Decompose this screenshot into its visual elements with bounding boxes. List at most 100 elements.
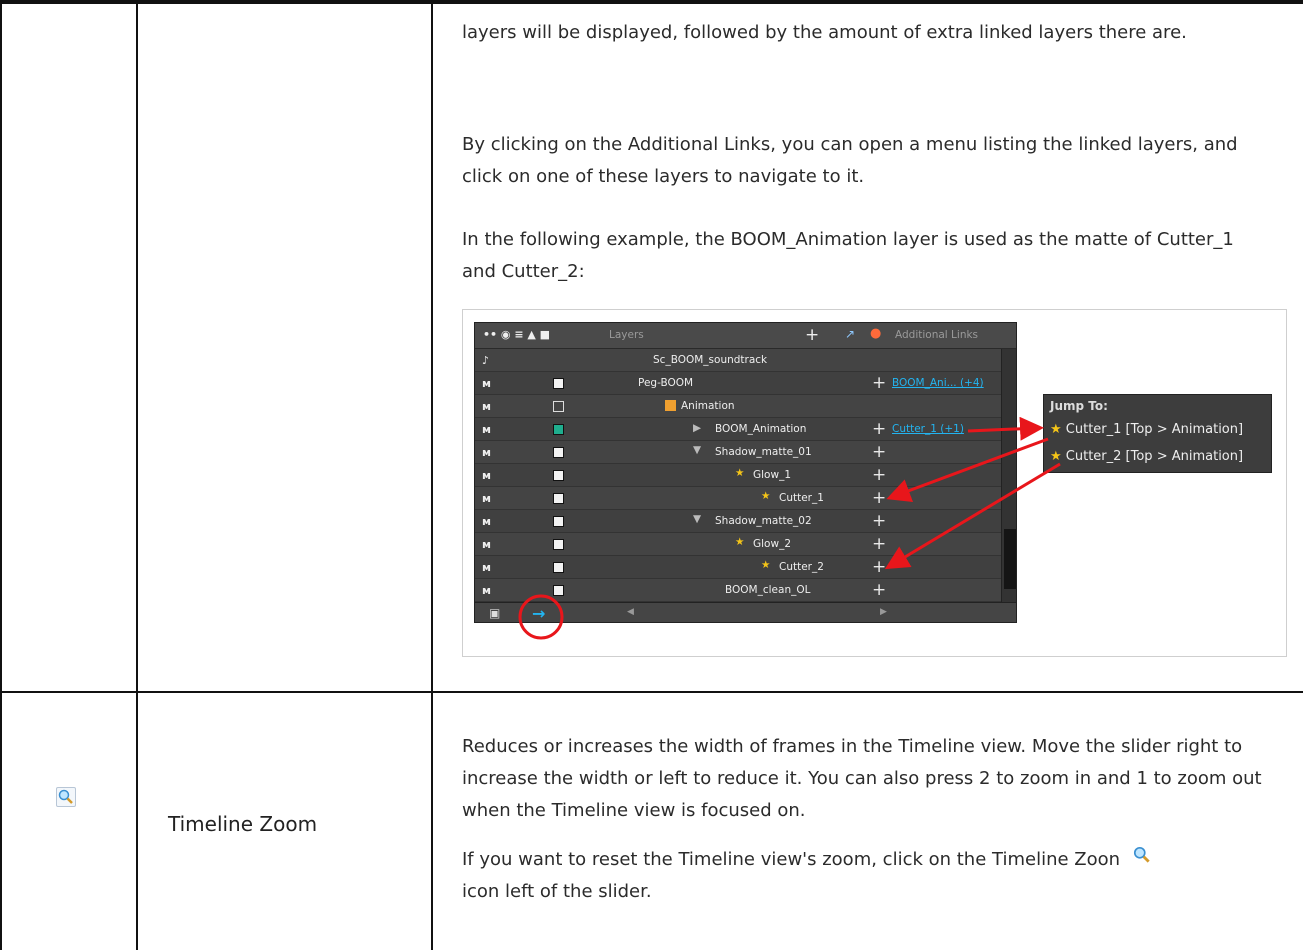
additional-links-link[interactable]: Cutter_1 (+1): [892, 423, 964, 435]
layer-row[interactable]: м ★ Glow_2 +: [475, 533, 1001, 556]
add-link-icon[interactable]: +: [872, 534, 886, 554]
jump-to-item-label: Cutter_2 [Top > Animation]: [1065, 449, 1244, 464]
add-link-icon[interactable]: +: [872, 419, 886, 439]
layer-color-swatch[interactable]: [553, 585, 564, 596]
panel-header: •• ◉ ≡ ▲ ■ Layers + ↗ ● Additional Links: [475, 323, 1016, 349]
star-effect-icon: ★: [761, 559, 771, 571]
add-link-icon[interactable]: +: [872, 488, 886, 508]
layer-row[interactable]: м BOOM_clean_OL +: [475, 579, 1001, 602]
visibility-icon[interactable]: м: [482, 377, 491, 390]
layer-name: Cutter_2: [779, 561, 824, 573]
layer-color-swatch[interactable]: [553, 424, 564, 435]
visibility-icon[interactable]: м: [482, 423, 491, 436]
show-links-arrow-icon[interactable]: →: [532, 604, 545, 622]
layer-color-swatch[interactable]: [553, 447, 564, 458]
row2-paragraph-2: If you want to reset the Timeline view's…: [462, 844, 1267, 908]
layer-color-swatch[interactable]: [553, 493, 564, 504]
add-drawing-icon[interactable]: ●: [870, 326, 881, 341]
scroll-left-icon[interactable]: ◀: [627, 607, 634, 617]
jump-to-item[interactable]: ★ Cutter_2 [Top > Animation]: [1050, 449, 1243, 464]
layer-name: BOOM_Animation: [715, 423, 807, 435]
layer-name: Sc_BOOM_soundtrack: [653, 354, 768, 366]
layers-header-label: Layers: [609, 329, 644, 341]
sound-icon[interactable]: ♪: [482, 354, 489, 367]
add-link-icon[interactable]: +: [872, 557, 886, 577]
visibility-icon[interactable]: м: [482, 515, 491, 528]
additional-links-header-label: Additional Links: [895, 329, 979, 341]
layer-name: Cutter_1: [779, 492, 824, 504]
column-divider-1: [136, 0, 138, 950]
row2-paragraph-1: Reduces or increases the width of frames…: [462, 736, 1262, 821]
column-divider-2: [431, 0, 433, 950]
timeline-zoom-name: Timeline Zoom: [168, 812, 318, 836]
visibility-icon[interactable]: м: [482, 561, 491, 574]
add-link-icon[interactable]: +: [872, 465, 886, 485]
timeline-layers-panel: •• ◉ ≡ ▲ ■ Layers + ↗ ● Additional Links…: [474, 322, 1017, 623]
table-top-border: [0, 0, 1303, 4]
layer-row[interactable]: ♪ Sc_BOOM_soundtrack: [475, 349, 1001, 372]
panel-footer: ▣ → ◀ ▶: [475, 602, 1016, 622]
star-effect-icon: ★: [1050, 449, 1062, 464]
layer-row[interactable]: м Animation: [475, 395, 1001, 418]
layer-row[interactable]: м ▼ Shadow_matte_02 +: [475, 510, 1001, 533]
star-effect-icon: ★: [1050, 422, 1062, 437]
layer-row[interactable]: м ★ Cutter_2 +: [475, 556, 1001, 579]
row1-paragraph-3: In the following example, the BOOM_Anima…: [462, 229, 1234, 282]
add-layer-icon[interactable]: +: [805, 325, 819, 345]
collapse-arrow-icon[interactable]: ▼: [693, 444, 701, 456]
row1-paragraph-2: By clicking on the Additional Links, you…: [462, 134, 1238, 187]
layer-name: Shadow_matte_01: [715, 446, 812, 458]
add-peg-icon[interactable]: ↗: [845, 327, 855, 341]
add-link-icon[interactable]: +: [872, 442, 886, 462]
header-toggle-icons[interactable]: •• ◉ ≡ ▲ ■: [483, 328, 550, 341]
visibility-icon[interactable]: м: [482, 446, 491, 459]
layer-color-swatch[interactable]: [553, 378, 564, 389]
layer-row[interactable]: м ▼ Shadow_matte_01 +: [475, 441, 1001, 464]
layer-row[interactable]: м ★ Cutter_1 +: [475, 487, 1001, 510]
layer-row[interactable]: м ▶ BOOM_Animation + Cutter_1 (+1): [475, 418, 1001, 441]
jump-to-title: Jump To:: [1050, 399, 1108, 413]
layer-name: Peg-BOOM: [638, 377, 694, 389]
additional-links-link[interactable]: BOOM_Ani... (+4): [892, 377, 984, 389]
scrollbar-thumb[interactable]: [1004, 529, 1016, 589]
layer-row[interactable]: м ★ Glow_1 +: [475, 464, 1001, 487]
add-link-icon[interactable]: +: [872, 511, 886, 531]
visibility-icon[interactable]: м: [482, 400, 491, 413]
layer-color-swatch[interactable]: [553, 562, 564, 573]
layer-color-swatch[interactable]: [553, 539, 564, 550]
zoom-magnifier-icon: [56, 787, 76, 807]
layer-color-swatch[interactable]: [553, 516, 564, 527]
jump-to-item-label: Cutter_1 [Top > Animation]: [1065, 422, 1244, 437]
row-divider: [0, 691, 1303, 693]
layer-name: Glow_1: [753, 469, 791, 481]
collapse-arrow-icon[interactable]: ▼: [693, 513, 701, 525]
row2-paragraph-2-end: icon left of the slider.: [462, 881, 652, 902]
table-left-border: [0, 0, 2, 950]
star-effect-icon: ★: [761, 490, 771, 502]
layer-color-swatch[interactable]: [553, 401, 564, 412]
add-link-icon[interactable]: +: [872, 580, 886, 600]
row1-paragraph-1: layers will be displayed, followed by th…: [462, 22, 1187, 43]
add-link-icon[interactable]: +: [872, 373, 886, 393]
star-effect-icon: ★: [735, 467, 745, 479]
camera-icon[interactable]: ▣: [489, 606, 500, 620]
visibility-icon[interactable]: м: [482, 584, 491, 597]
layer-name: Animation: [681, 400, 735, 412]
visibility-icon[interactable]: м: [482, 469, 491, 482]
layer-name: BOOM_clean_OL: [725, 584, 811, 596]
scroll-right-icon[interactable]: ▶: [880, 607, 887, 617]
visibility-icon[interactable]: м: [482, 492, 491, 505]
expand-arrow-icon[interactable]: ▶: [693, 422, 701, 434]
jump-to-item[interactable]: ★ Cutter_1 [Top > Animation]: [1050, 422, 1243, 437]
layer-color-swatch[interactable]: [553, 470, 564, 481]
vertical-scrollbar[interactable]: [1001, 349, 1016, 602]
layer-row[interactable]: м Peg-BOOM + BOOM_Ani... (+4): [475, 372, 1001, 395]
jump-to-menu: Jump To: ★ Cutter_1 [Top > Animation] ★ …: [1043, 394, 1272, 473]
group-icon: [665, 400, 676, 411]
layer-name: Shadow_matte_02: [715, 515, 812, 527]
visibility-icon[interactable]: м: [482, 538, 491, 551]
star-effect-icon: ★: [735, 536, 745, 548]
row2-paragraph-2-text: If you want to reset the Timeline view's…: [462, 849, 1121, 870]
documentation-table: layers will be displayed, followed by th…: [0, 0, 1303, 950]
layer-name: Glow_2: [753, 538, 791, 550]
